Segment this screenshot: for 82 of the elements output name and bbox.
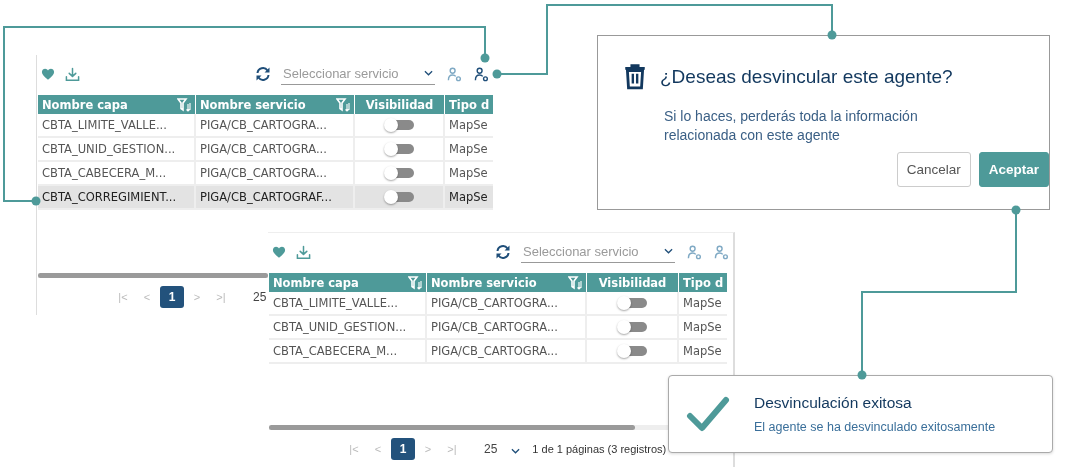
chevron-icon <box>664 248 673 254</box>
table-cell: PIGA/CB_CARTOGRA... <box>431 320 558 334</box>
table-cell: PIGA/CB_CARTOGRAF... <box>200 190 332 204</box>
table-row[interactable]: CBTA_UNID_GESTION... PIGA/CB_CARTOGRA... MapSe <box>38 138 494 162</box>
previous-page-button[interactable]: < <box>135 290 159 303</box>
cancel-button[interactable]: Cancelar <box>896 152 971 187</box>
column-header[interactable]: Nombre servicio <box>200 97 306 112</box>
table-cell: MapSe <box>449 190 488 204</box>
table-cell: MapSe <box>683 320 722 334</box>
next-page-button[interactable]: > <box>416 442 440 455</box>
horizontal-scrollbar[interactable] <box>38 273 268 278</box>
column-header[interactable]: Tipo d <box>449 97 490 112</box>
dialog-title: ¿Deseas desvincular este agente? <box>660 66 953 88</box>
service-select[interactable]: Seleccionar servicio <box>521 241 675 263</box>
table-row[interactable]: CBTA_UNID_GESTION... PIGA/CB_CARTOGRA... MapSe <box>269 316 728 340</box>
heart-icon[interactable] <box>272 245 286 259</box>
column-header[interactable]: Nombre servicio <box>431 275 537 290</box>
table-row[interactable]: CBTA_LIMITE_VALLE... PIGA/CB_CARTOGRA... MapSe <box>269 292 728 316</box>
table-cell: CBTA_UNID_GESTION... <box>42 142 176 156</box>
page-button[interactable]: 1 <box>160 285 184 308</box>
table-cell: CBTA_UNID_GESTION... <box>273 320 407 334</box>
page-button[interactable]: 1 <box>391 437 415 460</box>
next-page-button[interactable]: > <box>185 290 209 303</box>
service-select[interactable]: Seleccionar servicio <box>281 63 435 85</box>
page-size-select[interactable]: 25 <box>484 441 498 456</box>
table-cell: CBTA_CABECERA_M... <box>42 166 167 180</box>
table-cell: MapSe <box>449 166 488 180</box>
download-icon[interactable] <box>296 244 311 260</box>
table-cell: MapSe <box>449 142 488 156</box>
first-page-button[interactable]: |< <box>342 442 366 455</box>
visibility-toggle[interactable] <box>617 320 647 334</box>
page-summary: 1 de 1 páginas (3 registros) <box>532 442 667 455</box>
dialog-message: Si lo haces, perderás toda la información relacionada con este agente <box>664 107 919 145</box>
visibility-toggle[interactable] <box>617 296 647 310</box>
chevron-icon <box>424 70 433 76</box>
heart-icon[interactable] <box>41 67 55 81</box>
column-header[interactable]: Visibilidad <box>365 97 434 112</box>
table-cell: CBTA_CORREGIMIENT... <box>42 190 177 204</box>
refresh-icon[interactable] <box>255 66 271 82</box>
table-row[interactable]: CBTA_LIMITE_VALLE... PIGA/CB_CARTOGRA... MapSe <box>38 114 494 138</box>
agent-link-icon[interactable] <box>447 66 462 82</box>
visibility-toggle[interactable] <box>617 344 647 358</box>
visibility-toggle[interactable] <box>384 142 414 156</box>
table-cell: PIGA/CB_CARTOGRA... <box>431 344 558 358</box>
column-header[interactable]: Visibilidad <box>598 275 667 290</box>
column-header[interactable]: Tipo d <box>683 275 724 290</box>
filter-sort-icon[interactable] <box>568 275 582 290</box>
accept-button[interactable]: Aceptar <box>978 152 1049 187</box>
visibility-toggle[interactable] <box>384 190 414 204</box>
last-page-button[interactable]: >| <box>209 290 233 303</box>
table-cell: MapSe <box>683 296 722 310</box>
column-header[interactable]: Nombre capa <box>42 97 128 112</box>
column-header[interactable]: Nombre capa <box>273 275 359 290</box>
page-size-select[interactable]: 25 <box>253 289 267 304</box>
filter-sort-icon[interactable] <box>408 275 422 290</box>
visibility-toggle[interactable] <box>384 166 414 180</box>
previous-page-button[interactable]: < <box>366 442 390 455</box>
table-cell: PIGA/CB_CARTOGRA... <box>200 142 327 156</box>
checkmark-icon <box>686 396 730 432</box>
table-cell: CBTA_LIMITE_VALLE... <box>273 296 398 310</box>
toast-message: El agente se ha desvinculado exitosamente <box>754 420 996 434</box>
table-cell: MapSe <box>683 344 722 358</box>
refresh-icon[interactable] <box>495 244 511 260</box>
last-page-button[interactable]: >| <box>440 442 464 455</box>
chevron-icon[interactable] <box>511 447 521 454</box>
table-cell: CBTA_LIMITE_VALLE... <box>42 118 167 132</box>
agent-link-icon[interactable] <box>687 244 702 260</box>
table-row[interactable]: CBTA_CORREGIMIENT... PIGA/CB_CARTOGRAF... MapSe <box>38 186 494 210</box>
filter-sort-icon[interactable] <box>177 97 191 112</box>
agent-unlink-icon[interactable] <box>474 66 489 82</box>
download-icon[interactable] <box>65 66 80 82</box>
table-row[interactable]: CBTA_CABECERA_M... PIGA/CB_CARTOGRA... MapSe <box>269 340 728 364</box>
filter-sort-icon[interactable] <box>336 97 350 112</box>
trash-icon <box>624 64 646 90</box>
visibility-toggle[interactable] <box>384 118 414 132</box>
toast-title: Desvinculación exitosa <box>754 394 913 412</box>
table-cell: PIGA/CB_CARTOGRA... <box>200 118 327 132</box>
table-cell: CBTA_CABECERA_M... <box>273 344 398 358</box>
first-page-button[interactable]: |< <box>111 290 135 303</box>
table-cell: MapSe <box>449 118 488 132</box>
table-cell: PIGA/CB_CARTOGRA... <box>431 296 558 310</box>
table-cell: PIGA/CB_CARTOGRA... <box>200 166 327 180</box>
